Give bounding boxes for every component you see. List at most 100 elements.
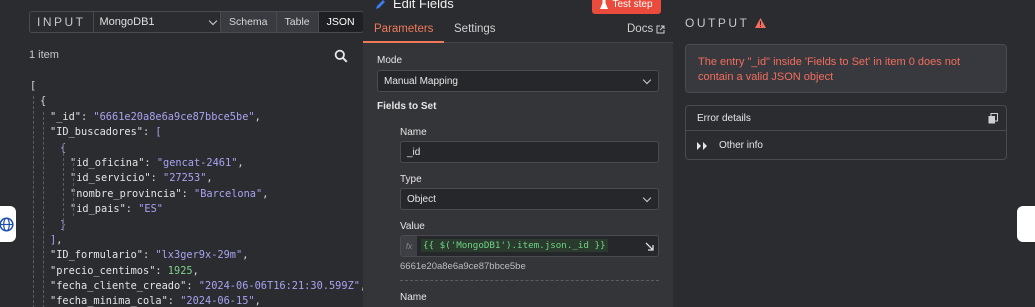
json-punctuation: ,: [56, 233, 63, 246]
json-punctuation: :: [81, 110, 94, 123]
test-step-button[interactable]: Test step: [592, 0, 661, 14]
output-title: OUTPUT: [685, 16, 767, 30]
json-key[interactable]: "fecha_minima_cola": [50, 295, 168, 307]
name-label: Name: [400, 127, 427, 138]
json-key[interactable]: "precio_centimos": [50, 265, 155, 277]
view-table-button[interactable]: Table: [275, 12, 318, 32]
error-message: The entry "_id" inside 'Fields to Set' i…: [685, 44, 1007, 93]
json-string-value[interactable]: "gencat-2461": [157, 157, 238, 169]
input-panel: INPUT MongoDB1 Schema Table JSON 1 item …: [18, 0, 366, 307]
external-link-icon: [656, 25, 665, 33]
view-toggle: Schema Table JSON: [220, 11, 364, 33]
json-punctuation: ,: [254, 110, 261, 123]
json-punctuation: ,: [262, 187, 269, 200]
json-line: "_id": "6661e20a8e6a9ce87bbce5be",: [30, 110, 366, 125]
side-widget-right[interactable]: [1017, 206, 1035, 242]
type-label: Type: [400, 174, 422, 185]
json-indent-guide: [73, 158, 74, 216]
json-punctuation: :: [143, 126, 156, 139]
json-key[interactable]: "_id": [50, 111, 81, 123]
json-punctuation: :: [167, 295, 181, 307]
json-punctuation: :: [181, 187, 194, 200]
panel-title: Edit Fields: [375, 0, 454, 11]
search-icon[interactable]: [334, 49, 348, 63]
fields-to-set-heading: Fields to Set: [377, 101, 437, 112]
other-info-toggle[interactable]: Other info: [686, 131, 1006, 160]
tab-settings[interactable]: Settings: [454, 23, 496, 35]
flask-icon: [600, 0, 609, 9]
json-punctuation: :: [150, 172, 163, 185]
field-divider: [400, 280, 659, 281]
json-string-value[interactable]: "lx3ger9x-29m": [155, 249, 242, 261]
json-punctuation: ,: [206, 172, 213, 185]
json-line: "id_oficina": "gencat-2461",: [30, 156, 366, 171]
json-string-value[interactable]: "6661e20a8e6a9ce87bbce5be": [93, 111, 254, 123]
json-number-value[interactable]: 1925: [168, 265, 193, 277]
json-key[interactable]: "id_oficina": [70, 157, 144, 169]
other-info-label: Other info: [719, 140, 763, 151]
json-viewer: [{"_id": "6661e20a8e6a9ce87bbce5be", "ID_…: [30, 79, 366, 307]
json-punctuation: [: [155, 126, 162, 139]
fx-icon: fx: [401, 236, 417, 256]
json-string-value[interactable]: "2024-06-06T16:21:30.599Z": [199, 280, 360, 292]
value-expression-input[interactable]: fx {{ $('MongoDB1').item.json._id }}: [400, 235, 659, 257]
json-punctuation: [: [30, 80, 37, 92]
globe-widget-left[interactable]: [0, 206, 16, 242]
edit-fields-header: Edit Fields Test step Parameters Setting…: [363, 0, 673, 43]
expand-arrows-icon: [697, 141, 707, 150]
json-string-value[interactable]: "2024-06-15": [180, 295, 254, 307]
name-label-2: Name: [400, 292, 427, 303]
json-punctuation: {: [40, 95, 47, 108]
json-punctuation: ,: [237, 156, 244, 169]
json-key[interactable]: "fecha_cliente_creado": [50, 280, 186, 292]
json-key[interactable]: "id_servicio": [70, 172, 151, 184]
name-input[interactable]: _id: [400, 141, 659, 163]
view-json-button[interactable]: JSON: [317, 12, 363, 32]
type-select[interactable]: Object: [400, 188, 659, 210]
json-punctuation: :: [143, 249, 156, 262]
panel-title-text: Edit Fields: [393, 0, 454, 11]
input-node-name: MongoDB1: [99, 16, 155, 28]
test-step-label: Test step: [612, 0, 653, 10]
json-key[interactable]: "ID_formulario": [50, 249, 143, 261]
view-schema-button[interactable]: Schema: [221, 12, 276, 32]
globe-icon: [0, 216, 14, 232]
mode-select[interactable]: Manual Mapping: [377, 70, 659, 92]
json-line: [: [30, 79, 366, 94]
json-punctuation: :: [144, 156, 157, 169]
json-line: "ID_buscadores": [: [30, 125, 366, 140]
json-punctuation: ,: [242, 249, 249, 262]
pencil-icon: [376, 0, 385, 9]
json-indent-guide: [33, 96, 34, 307]
json-line: "precio_centimos": 1925,: [30, 264, 366, 279]
value-preview: 6661e20a8e6a9ce87bbce5be: [400, 261, 526, 272]
json-punctuation: :: [155, 264, 168, 277]
expand-icon[interactable]: [645, 242, 654, 251]
error-details-header: Error details: [686, 106, 1006, 131]
mode-value: Manual Mapping: [384, 75, 458, 87]
input-label: INPUT: [30, 12, 94, 32]
tab-parameters[interactable]: Parameters: [374, 23, 433, 35]
mode-label: Mode: [377, 55, 403, 66]
chevron-down-icon: [208, 16, 218, 25]
error-details-title: Error details: [697, 112, 751, 124]
warning-icon: [755, 18, 767, 28]
item-count: 1 item: [29, 49, 59, 61]
json-key[interactable]: "nombre_provincia": [70, 188, 182, 200]
json-line: ],: [30, 233, 366, 248]
json-string-value[interactable]: "27253": [163, 172, 206, 184]
json-string-value[interactable]: "ES": [138, 203, 163, 215]
json-string-value[interactable]: "Barcelona": [194, 188, 262, 200]
json-punctuation: :: [186, 280, 199, 293]
input-node-dropdown[interactable]: MongoDB1: [94, 16, 225, 28]
copy-icon[interactable]: [988, 113, 998, 124]
json-line: {: [30, 141, 366, 156]
json-key[interactable]: "id_pais": [70, 203, 126, 215]
active-tab-indicator: [363, 41, 444, 43]
json-key[interactable]: "ID_buscadores": [50, 126, 143, 138]
input-node-selector[interactable]: INPUT MongoDB1: [29, 11, 225, 33]
type-value: Object: [407, 193, 436, 205]
json-line: }: [30, 218, 366, 233]
json-indent-guide: [63, 142, 64, 231]
docs-link[interactable]: Docs: [627, 23, 665, 35]
